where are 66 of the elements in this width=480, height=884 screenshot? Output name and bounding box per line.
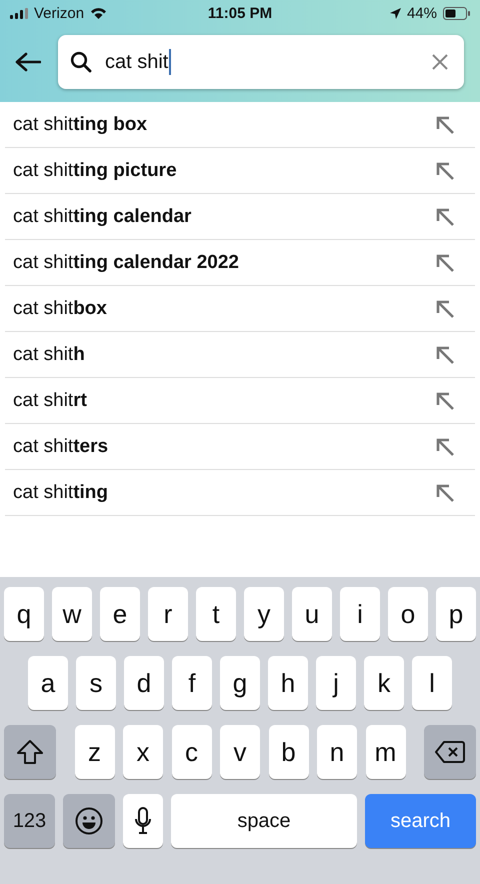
space-key[interactable]: space: [171, 794, 357, 848]
search-key[interactable]: search: [365, 794, 476, 848]
back-arrow-icon[interactable]: [15, 52, 41, 72]
fill-arrow-icon[interactable]: [435, 160, 455, 180]
suggestion-item[interactable]: cat shitting calendar: [5, 194, 475, 240]
wifi-icon: [90, 7, 108, 19]
location-arrow-icon: [390, 8, 401, 18]
letter-key[interactable]: o: [388, 587, 428, 641]
fill-arrow-icon[interactable]: [435, 344, 455, 364]
letter-key[interactable]: p: [436, 587, 476, 641]
letter-key[interactable]: j: [316, 656, 356, 710]
fill-arrow-icon[interactable]: [435, 114, 455, 134]
fill-arrow-icon[interactable]: [435, 436, 455, 456]
suggestion-item[interactable]: cat shitting calendar 2022: [5, 240, 475, 286]
letter-key[interactable]: c: [172, 725, 212, 779]
fill-arrow-icon[interactable]: [435, 298, 455, 318]
fill-arrow-icon[interactable]: [435, 252, 455, 272]
letter-key[interactable]: z: [74, 725, 114, 779]
letter-key[interactable]: q: [4, 587, 44, 641]
emoji-key[interactable]: [63, 794, 115, 848]
fill-arrow-icon[interactable]: [435, 482, 455, 502]
letter-key[interactable]: n: [317, 725, 357, 779]
carrier-name: Verizon: [34, 4, 84, 22]
suggestion-item[interactable]: cat shitters: [5, 424, 475, 470]
letter-key[interactable]: w: [52, 587, 92, 641]
suggestion-item[interactable]: cat shitting box: [5, 102, 475, 148]
letter-key[interactable]: a: [28, 656, 68, 710]
suggestion-item[interactable]: cat shitting: [5, 470, 475, 516]
letter-key[interactable]: t: [196, 587, 236, 641]
letter-key[interactable]: f: [172, 656, 212, 710]
signal-icon: [10, 8, 28, 18]
battery-percent: 44%: [406, 4, 437, 22]
shift-arrow-icon: [16, 739, 44, 765]
letter-key[interactable]: d: [124, 656, 164, 710]
letter-key[interactable]: m: [366, 725, 406, 779]
suggestion-item[interactable]: cat shitbox: [5, 286, 475, 332]
letter-key[interactable]: i: [340, 587, 380, 641]
letter-key[interactable]: x: [123, 725, 163, 779]
suggestion-item[interactable]: cat shitting picture: [5, 148, 475, 194]
shift-key[interactable]: [4, 725, 56, 779]
letter-key[interactable]: y: [244, 587, 284, 641]
letter-key[interactable]: s: [76, 656, 116, 710]
dictation-key[interactable]: [123, 794, 163, 848]
letter-key[interactable]: k: [364, 656, 404, 710]
letter-key[interactable]: h: [268, 656, 308, 710]
numbers-key[interactable]: 123: [4, 794, 55, 848]
search-field[interactable]: cat shit: [58, 35, 464, 89]
fill-arrow-icon[interactable]: [435, 390, 455, 410]
letter-key[interactable]: b: [268, 725, 308, 779]
battery-icon: [443, 6, 470, 20]
search-icon: [70, 51, 92, 73]
suggestion-item[interactable]: cat shith: [5, 332, 475, 378]
letter-key[interactable]: v: [220, 725, 260, 779]
backspace-icon: [435, 741, 465, 763]
smiley-icon: [75, 807, 103, 835]
status-time: 11:05 PM: [208, 4, 272, 22]
letter-key[interactable]: l: [412, 656, 452, 710]
fill-arrow-icon[interactable]: [435, 206, 455, 226]
backspace-key[interactable]: [424, 725, 476, 779]
letter-key[interactable]: u: [292, 587, 332, 641]
letter-key[interactable]: g: [220, 656, 260, 710]
microphone-icon: [134, 807, 152, 835]
letter-key[interactable]: e: [100, 587, 140, 641]
suggestion-item[interactable]: cat shitrt: [5, 378, 475, 424]
letter-key[interactable]: r: [148, 587, 188, 641]
clear-icon[interactable]: [432, 54, 448, 70]
